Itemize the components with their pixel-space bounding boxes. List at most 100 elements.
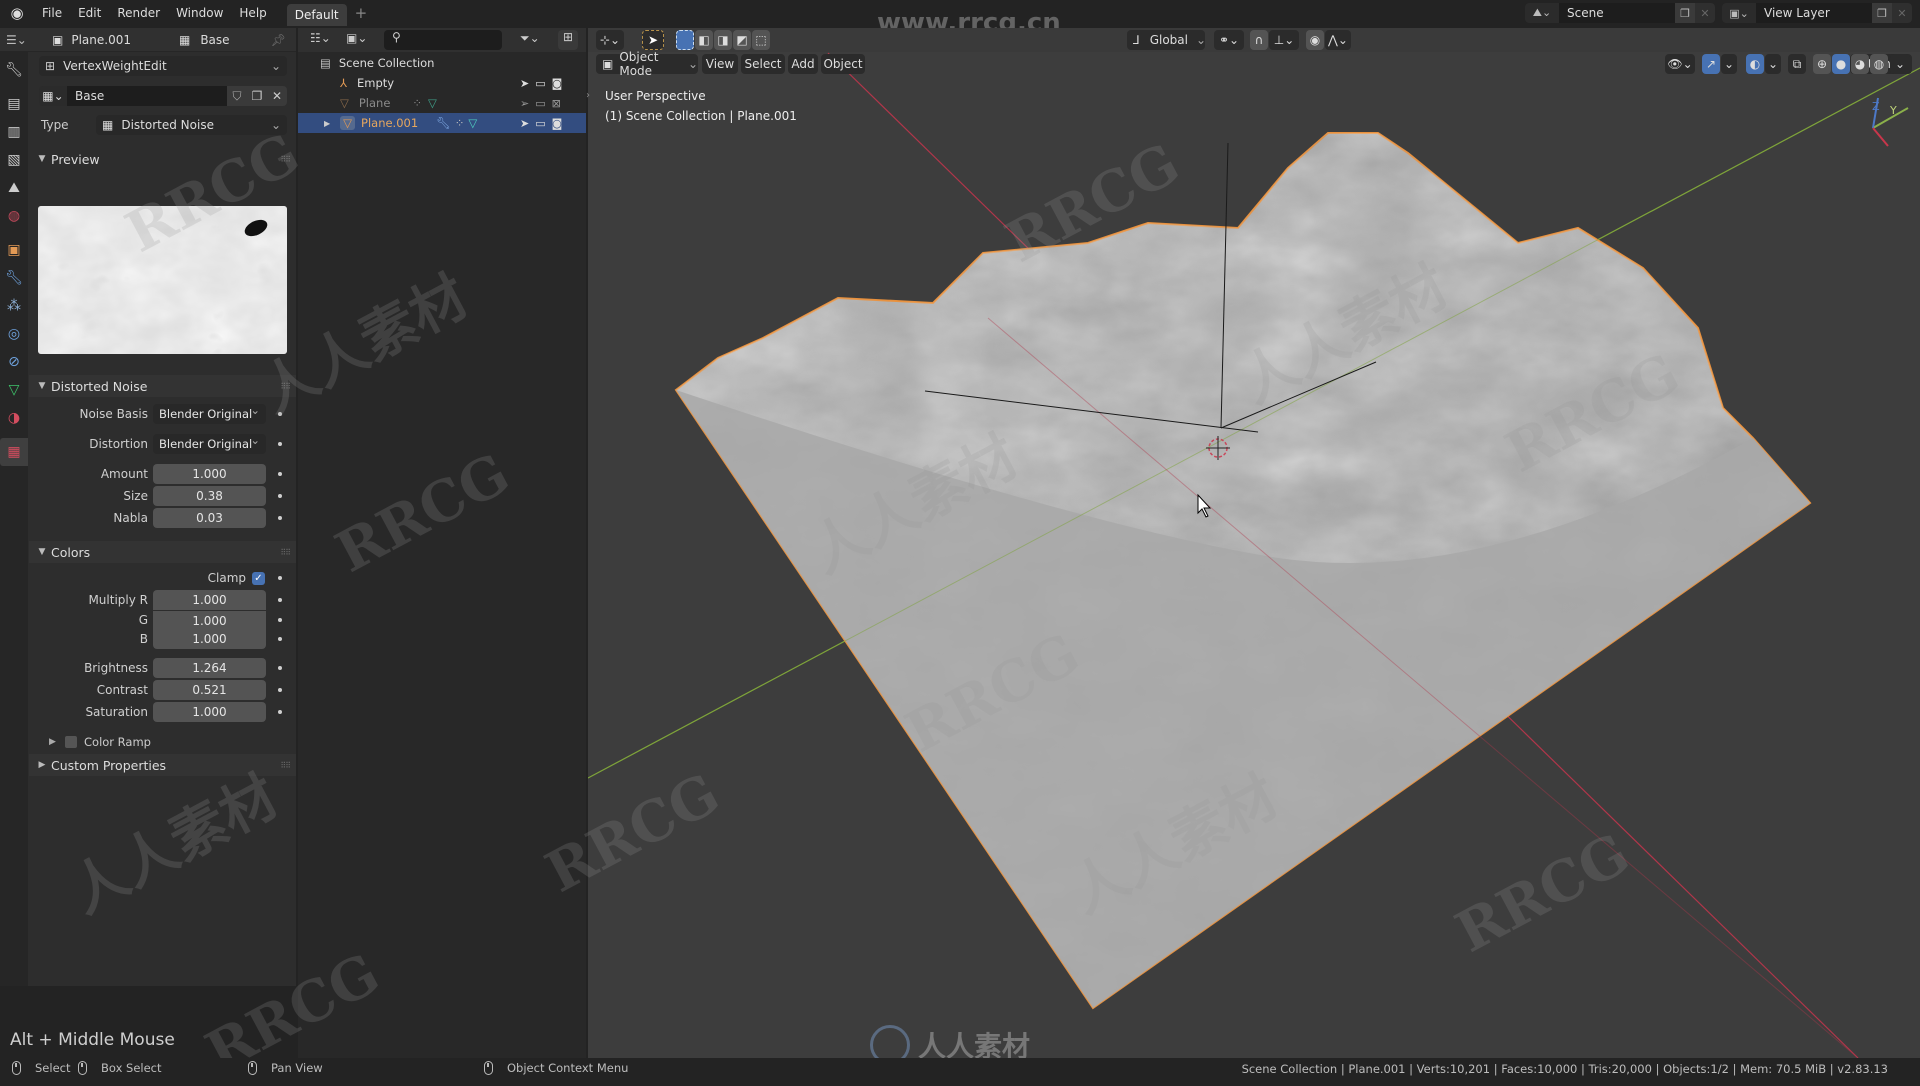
tab-tool-icon[interactable]: 🔧︎ <box>0 56 28 84</box>
brightness-field[interactable]: 1.264 <box>153 658 266 678</box>
modifier-selector[interactable]: ⊞ VertexWeightEdit ⌄ <box>39 56 287 76</box>
drag-grip-icon[interactable]: ⠿⠿ <box>280 761 291 770</box>
shading-solid-icon[interactable]: ● <box>1832 54 1850 74</box>
color-ramp-subpanel[interactable]: ▶ Color Ramp <box>29 732 296 752</box>
shading-wireframe-icon[interactable]: ⊕ <box>1813 54 1831 74</box>
texture-name-field[interactable]: Base <box>67 86 227 106</box>
menu-render[interactable]: Render <box>109 0 168 26</box>
tab-data-icon[interactable]: ▽ <box>0 376 28 404</box>
context-object[interactable]: Plane.001 <box>71 33 131 47</box>
mode-dropdown[interactable]: ▣ Object Mode ⌄ <box>596 50 698 78</box>
overlays-dropdown-icon[interactable]: ⌄ <box>1765 54 1781 74</box>
xray-toggle-icon[interactable]: ⧉ <box>1788 54 1806 74</box>
select-invert-icon[interactable]: ◩ <box>733 30 751 50</box>
menu-file[interactable]: File <box>34 0 70 26</box>
select-extend-icon[interactable]: ◧ <box>695 30 713 50</box>
tab-view-layer-icon[interactable]: ▧ <box>0 146 28 174</box>
amount-field[interactable]: 1.000 <box>153 464 266 484</box>
outliner-item-empty[interactable]: ⅄ Empty ➤ ▭ ◙ <box>298 73 586 93</box>
selectable-icon[interactable]: ➤ <box>520 77 529 90</box>
tab-object-icon[interactable]: ▣ <box>0 236 28 264</box>
scene-icon[interactable]: ⛰⌄ <box>1525 3 1559 23</box>
keyframe-dot-icon[interactable] <box>278 666 282 670</box>
render-visible-icon[interactable]: ◙ <box>552 77 563 90</box>
select-new-icon[interactable] <box>676 30 694 50</box>
gizmo-toggle-icon[interactable]: ↗ <box>1702 54 1720 74</box>
outliner-search-input[interactable]: ⚲ <box>384 30 502 50</box>
tab-output-icon[interactable]: ▥ <box>0 118 28 146</box>
menu-select[interactable]: Select <box>741 54 785 74</box>
unlink-texture-button[interactable]: ✕ <box>267 86 287 106</box>
viewport-visible-icon[interactable]: ▭ <box>535 97 545 110</box>
color-ramp-checkbox[interactable] <box>65 736 77 748</box>
selectable-icon[interactable]: ➢ <box>520 97 529 110</box>
render-hidden-icon[interactable]: ⊠ <box>552 97 561 110</box>
panel-preview-header[interactable]: ▼ Preview ⠿⠿ <box>29 148 296 170</box>
keyframe-dot-icon[interactable] <box>278 494 282 498</box>
fake-user-button[interactable]: ⛉ <box>227 86 247 106</box>
viewport-visible-icon[interactable]: ▭ <box>535 117 545 130</box>
tab-scene-icon[interactable]: ⛰ <box>0 174 28 202</box>
view-layer-icon[interactable]: ▣⌄ <box>1722 3 1756 23</box>
multiply-r-field[interactable]: 1.000 <box>153 590 266 610</box>
contrast-field[interactable]: 0.521 <box>153 680 266 700</box>
scene-selector[interactable]: ⛰⌄ Scene ❐ ✕ <box>1525 3 1715 23</box>
editor-type-icon[interactable]: ☰⌄ <box>6 33 40 47</box>
editor-type-icon[interactable]: ⊹⌄ <box>596 30 624 50</box>
display-mode-icon[interactable]: ▣⌄ <box>346 31 367 45</box>
keyframe-dot-icon[interactable] <box>278 637 282 641</box>
pin-icon[interactable]: 📌︎ <box>271 33 286 47</box>
object-visibility-icon[interactable]: 👁︎⌄ <box>1665 54 1695 74</box>
drag-grip-icon[interactable]: ⠿⠿ <box>280 155 291 164</box>
menu-add[interactable]: Add <box>788 54 818 74</box>
add-workspace-button[interactable]: + <box>355 4 368 22</box>
keyframe-dot-icon[interactable] <box>278 576 282 580</box>
menu-help[interactable]: Help <box>231 0 274 26</box>
context-texture[interactable]: Base <box>200 33 229 47</box>
blender-logo-icon[interactable]: ◉ <box>0 0 34 26</box>
view-layer-selector[interactable]: ▣⌄ View Layer ❐ ✕ <box>1722 3 1912 23</box>
keyframe-dot-icon[interactable] <box>278 516 282 520</box>
new-collection-button[interactable]: ⊞ <box>558 30 578 50</box>
tab-particles-icon[interactable]: ⁂ <box>0 292 28 320</box>
delete-scene-button[interactable]: ✕ <box>1695 3 1715 23</box>
view-layer-name[interactable]: View Layer <box>1756 6 1872 20</box>
viewport-scene[interactable]: Z Y <box>588 28 1920 1058</box>
panel-custom-properties-header[interactable]: ▶ Custom Properties ⠿⠿ <box>29 754 296 776</box>
menu-view[interactable]: View <box>702 54 738 74</box>
workspace-tab-default[interactable]: Default <box>286 4 347 26</box>
proportional-edit-icon[interactable]: ◉ <box>1306 30 1324 50</box>
tab-world-icon[interactable]: ◍ <box>0 202 28 230</box>
tab-constraints-icon[interactable]: ⊘ <box>0 348 28 376</box>
panel-colors-header[interactable]: ▼ Colors ⠿⠿ <box>29 541 296 563</box>
gizmo-dropdown-icon[interactable]: ⌄ <box>1721 54 1737 74</box>
clamp-checkbox[interactable]: ✓ <box>252 571 265 585</box>
saturation-field[interactable]: 1.000 <box>153 702 266 722</box>
keyframe-dot-icon[interactable] <box>278 598 282 602</box>
texture-type-dropdown[interactable]: ▦ Distorted Noise ⌄ <box>96 115 287 135</box>
snap-target-icon[interactable]: ⊥⌄ <box>1269 30 1299 50</box>
overlays-toggle-icon[interactable]: ◐ <box>1746 54 1764 74</box>
menu-object[interactable]: Object <box>821 54 865 74</box>
falloff-icon[interactable]: ⋀⌄ <box>1325 30 1351 50</box>
keyframe-dot-icon[interactable] <box>278 442 282 446</box>
keyframe-dot-icon[interactable] <box>278 688 282 692</box>
sidebar-toggle-icon[interactable]: › <box>586 90 590 101</box>
scene-name[interactable]: Scene <box>1559 6 1675 20</box>
transform-orientation-dropdown[interactable]: ⅃ Global ⌄ <box>1127 30 1206 50</box>
distortion-dropdown[interactable]: Blender Original <box>153 430 266 454</box>
3d-viewport[interactable]: Z Y ⊹⌄ ➤ ◧ ◨ ◩ ⬚ ⅃ Global ⌄ ⚭⌄ ∩ ⊥⌄ ◉ ⋀⌄… <box>588 28 1920 1058</box>
panel-distorted-noise-header[interactable]: ▼ Distorted Noise ⠿⠿ <box>29 375 296 397</box>
noise-basis-dropdown[interactable]: Blender Original <box>153 400 266 424</box>
editor-type-icon[interactable]: ☷⌄ <box>310 31 331 45</box>
render-visible-icon[interactable]: ◙ <box>552 117 563 130</box>
multiply-g-field[interactable]: 1.000 <box>153 610 266 630</box>
shading-dropdown-icon[interactable]: ⌄ <box>1890 54 1910 74</box>
keyframe-dot-icon[interactable] <box>278 472 282 476</box>
delete-view-layer-button[interactable]: ✕ <box>1892 3 1912 23</box>
new-scene-button[interactable]: ❐ <box>1675 3 1695 23</box>
menu-window[interactable]: Window <box>168 0 231 26</box>
keyframe-dot-icon[interactable] <box>278 710 282 714</box>
multiply-b-field[interactable]: 1.000 <box>153 629 266 649</box>
select-subtract-icon[interactable]: ◨ <box>714 30 732 50</box>
